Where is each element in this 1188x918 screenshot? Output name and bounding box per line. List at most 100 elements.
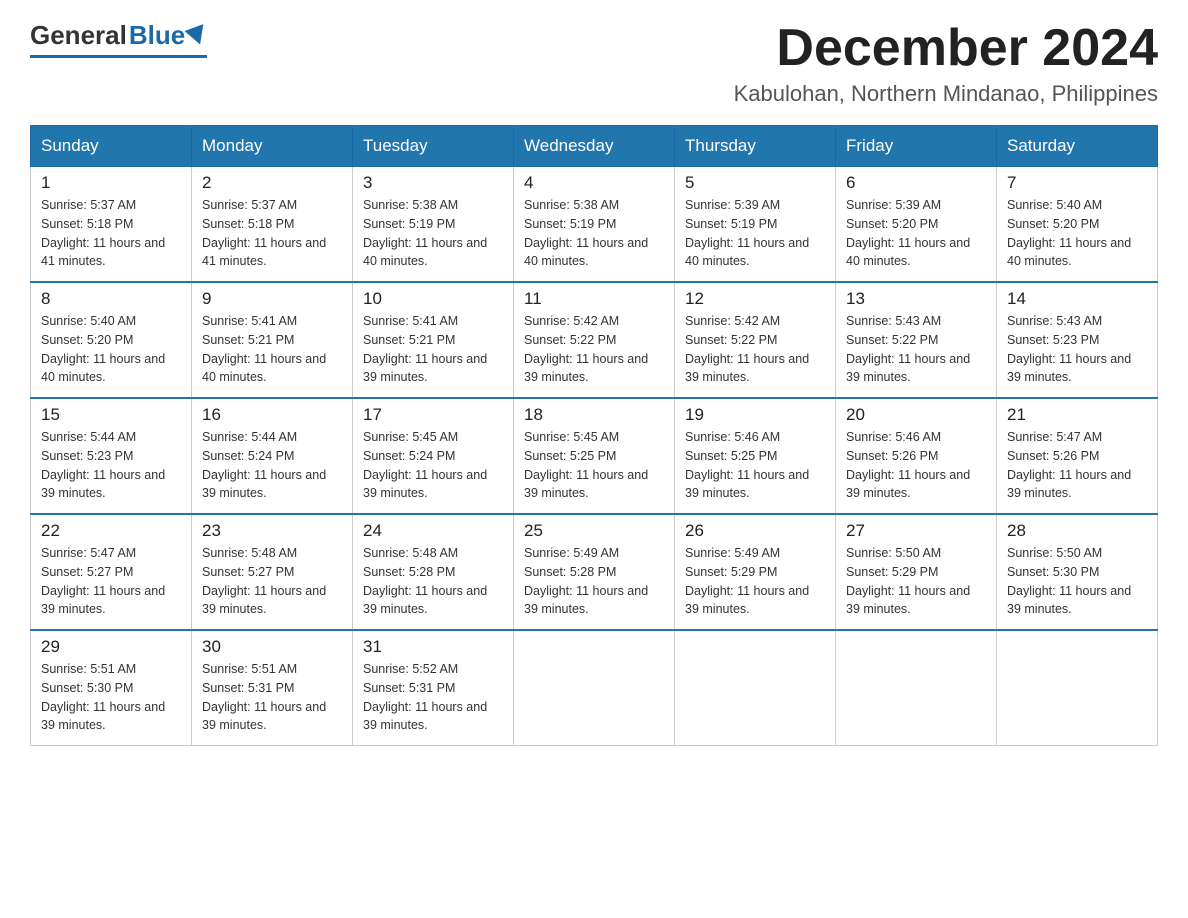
calendar-cell: 27 Sunrise: 5:50 AMSunset: 5:29 PMDaylig… (836, 514, 997, 630)
day-number: 10 (363, 289, 503, 309)
calendar-cell: 22 Sunrise: 5:47 AMSunset: 5:27 PMDaylig… (31, 514, 192, 630)
calendar-cell: 30 Sunrise: 5:51 AMSunset: 5:31 PMDaylig… (192, 630, 353, 746)
calendar-cell: 18 Sunrise: 5:45 AMSunset: 5:25 PMDaylig… (514, 398, 675, 514)
day-info: Sunrise: 5:38 AMSunset: 5:19 PMDaylight:… (363, 196, 503, 271)
page-header: General Blue December 2024 Kabulohan, No… (30, 20, 1158, 107)
day-info: Sunrise: 5:40 AMSunset: 5:20 PMDaylight:… (41, 312, 181, 387)
day-number: 17 (363, 405, 503, 425)
calendar-header-friday: Friday (836, 126, 997, 167)
day-info: Sunrise: 5:49 AMSunset: 5:28 PMDaylight:… (524, 544, 664, 619)
day-number: 27 (846, 521, 986, 541)
calendar-cell: 6 Sunrise: 5:39 AMSunset: 5:20 PMDayligh… (836, 167, 997, 283)
day-info: Sunrise: 5:44 AMSunset: 5:23 PMDaylight:… (41, 428, 181, 503)
calendar-cell (675, 630, 836, 746)
calendar-header-row: SundayMondayTuesdayWednesdayThursdayFrid… (31, 126, 1158, 167)
day-info: Sunrise: 5:48 AMSunset: 5:27 PMDaylight:… (202, 544, 342, 619)
day-number: 26 (685, 521, 825, 541)
calendar-cell: 16 Sunrise: 5:44 AMSunset: 5:24 PMDaylig… (192, 398, 353, 514)
day-number: 31 (363, 637, 503, 657)
day-info: Sunrise: 5:44 AMSunset: 5:24 PMDaylight:… (202, 428, 342, 503)
day-number: 5 (685, 173, 825, 193)
day-info: Sunrise: 5:41 AMSunset: 5:21 PMDaylight:… (363, 312, 503, 387)
calendar-cell (997, 630, 1158, 746)
day-info: Sunrise: 5:39 AMSunset: 5:19 PMDaylight:… (685, 196, 825, 271)
calendar-header-wednesday: Wednesday (514, 126, 675, 167)
calendar-cell: 4 Sunrise: 5:38 AMSunset: 5:19 PMDayligh… (514, 167, 675, 283)
day-number: 19 (685, 405, 825, 425)
title-area: December 2024 Kabulohan, Northern Mindan… (734, 20, 1158, 107)
calendar-cell (514, 630, 675, 746)
day-number: 8 (41, 289, 181, 309)
logo-underline (30, 55, 207, 58)
day-info: Sunrise: 5:38 AMSunset: 5:19 PMDaylight:… (524, 196, 664, 271)
calendar-week-row: 1 Sunrise: 5:37 AMSunset: 5:18 PMDayligh… (31, 167, 1158, 283)
day-info: Sunrise: 5:42 AMSunset: 5:22 PMDaylight:… (685, 312, 825, 387)
day-info: Sunrise: 5:48 AMSunset: 5:28 PMDaylight:… (363, 544, 503, 619)
day-number: 6 (846, 173, 986, 193)
calendar-header-sunday: Sunday (31, 126, 192, 167)
day-number: 21 (1007, 405, 1147, 425)
calendar-cell: 14 Sunrise: 5:43 AMSunset: 5:23 PMDaylig… (997, 282, 1158, 398)
day-info: Sunrise: 5:43 AMSunset: 5:23 PMDaylight:… (1007, 312, 1147, 387)
day-number: 22 (41, 521, 181, 541)
calendar-week-row: 15 Sunrise: 5:44 AMSunset: 5:23 PMDaylig… (31, 398, 1158, 514)
logo-general-text: General (30, 20, 127, 51)
day-info: Sunrise: 5:39 AMSunset: 5:20 PMDaylight:… (846, 196, 986, 271)
calendar-cell: 19 Sunrise: 5:46 AMSunset: 5:25 PMDaylig… (675, 398, 836, 514)
day-info: Sunrise: 5:40 AMSunset: 5:20 PMDaylight:… (1007, 196, 1147, 271)
day-info: Sunrise: 5:47 AMSunset: 5:26 PMDaylight:… (1007, 428, 1147, 503)
calendar-cell: 31 Sunrise: 5:52 AMSunset: 5:31 PMDaylig… (353, 630, 514, 746)
calendar-cell: 1 Sunrise: 5:37 AMSunset: 5:18 PMDayligh… (31, 167, 192, 283)
day-number: 7 (1007, 173, 1147, 193)
day-info: Sunrise: 5:45 AMSunset: 5:25 PMDaylight:… (524, 428, 664, 503)
day-number: 15 (41, 405, 181, 425)
calendar-cell: 11 Sunrise: 5:42 AMSunset: 5:22 PMDaylig… (514, 282, 675, 398)
day-info: Sunrise: 5:50 AMSunset: 5:30 PMDaylight:… (1007, 544, 1147, 619)
day-number: 30 (202, 637, 342, 657)
day-number: 24 (363, 521, 503, 541)
calendar-table: SundayMondayTuesdayWednesdayThursdayFrid… (30, 125, 1158, 746)
day-number: 13 (846, 289, 986, 309)
day-number: 3 (363, 173, 503, 193)
day-number: 14 (1007, 289, 1147, 309)
calendar-week-row: 22 Sunrise: 5:47 AMSunset: 5:27 PMDaylig… (31, 514, 1158, 630)
calendar-header-tuesday: Tuesday (353, 126, 514, 167)
day-number: 29 (41, 637, 181, 657)
logo-blue-text: Blue (129, 20, 185, 51)
day-info: Sunrise: 5:46 AMSunset: 5:25 PMDaylight:… (685, 428, 825, 503)
calendar-header-thursday: Thursday (675, 126, 836, 167)
day-number: 1 (41, 173, 181, 193)
calendar-cell: 8 Sunrise: 5:40 AMSunset: 5:20 PMDayligh… (31, 282, 192, 398)
day-number: 25 (524, 521, 664, 541)
calendar-cell: 26 Sunrise: 5:49 AMSunset: 5:29 PMDaylig… (675, 514, 836, 630)
day-info: Sunrise: 5:51 AMSunset: 5:31 PMDaylight:… (202, 660, 342, 735)
calendar-header-saturday: Saturday (997, 126, 1158, 167)
calendar-cell: 2 Sunrise: 5:37 AMSunset: 5:18 PMDayligh… (192, 167, 353, 283)
day-info: Sunrise: 5:46 AMSunset: 5:26 PMDaylight:… (846, 428, 986, 503)
month-title: December 2024 (734, 20, 1158, 77)
calendar-cell: 7 Sunrise: 5:40 AMSunset: 5:20 PMDayligh… (997, 167, 1158, 283)
day-number: 4 (524, 173, 664, 193)
day-info: Sunrise: 5:52 AMSunset: 5:31 PMDaylight:… (363, 660, 503, 735)
day-number: 11 (524, 289, 664, 309)
day-info: Sunrise: 5:43 AMSunset: 5:22 PMDaylight:… (846, 312, 986, 387)
logo: General Blue (30, 20, 207, 58)
calendar-header-monday: Monday (192, 126, 353, 167)
day-number: 12 (685, 289, 825, 309)
day-number: 18 (524, 405, 664, 425)
day-info: Sunrise: 5:42 AMSunset: 5:22 PMDaylight:… (524, 312, 664, 387)
day-info: Sunrise: 5:50 AMSunset: 5:29 PMDaylight:… (846, 544, 986, 619)
day-number: 28 (1007, 521, 1147, 541)
calendar-cell: 20 Sunrise: 5:46 AMSunset: 5:26 PMDaylig… (836, 398, 997, 514)
calendar-cell: 23 Sunrise: 5:48 AMSunset: 5:27 PMDaylig… (192, 514, 353, 630)
day-info: Sunrise: 5:37 AMSunset: 5:18 PMDaylight:… (202, 196, 342, 271)
day-info: Sunrise: 5:45 AMSunset: 5:24 PMDaylight:… (363, 428, 503, 503)
day-number: 16 (202, 405, 342, 425)
calendar-cell: 25 Sunrise: 5:49 AMSunset: 5:28 PMDaylig… (514, 514, 675, 630)
calendar-cell: 17 Sunrise: 5:45 AMSunset: 5:24 PMDaylig… (353, 398, 514, 514)
calendar-cell: 12 Sunrise: 5:42 AMSunset: 5:22 PMDaylig… (675, 282, 836, 398)
calendar-cell: 5 Sunrise: 5:39 AMSunset: 5:19 PMDayligh… (675, 167, 836, 283)
calendar-cell: 28 Sunrise: 5:50 AMSunset: 5:30 PMDaylig… (997, 514, 1158, 630)
day-number: 9 (202, 289, 342, 309)
calendar-cell: 21 Sunrise: 5:47 AMSunset: 5:26 PMDaylig… (997, 398, 1158, 514)
